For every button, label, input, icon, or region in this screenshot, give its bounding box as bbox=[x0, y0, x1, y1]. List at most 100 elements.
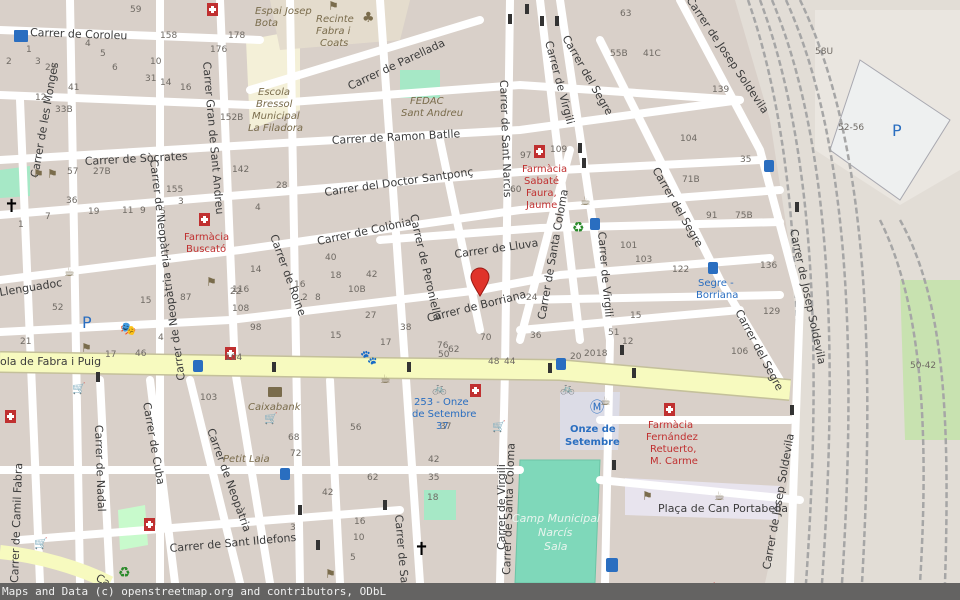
house-number: 5 bbox=[160, 207, 166, 217]
house-number: 57 bbox=[67, 167, 78, 177]
poi-escola-4: La Filadora bbox=[248, 123, 303, 134]
house-number: 28 bbox=[276, 181, 288, 191]
cafe-icon: ☕ bbox=[64, 265, 75, 279]
bus-stop-icon[interactable] bbox=[280, 468, 290, 480]
house-number: 98 bbox=[250, 323, 262, 333]
recycling-icon: ♻ bbox=[118, 565, 131, 581]
poi-fedac-2: Sant Andreu bbox=[401, 108, 463, 119]
house-number: 36 bbox=[66, 196, 78, 206]
house-number: 38 bbox=[400, 323, 412, 333]
house-number: 8 bbox=[315, 293, 321, 303]
shopping-cart-icon: 🛒 bbox=[492, 420, 506, 433]
bicycle-icon[interactable]: 🚲 bbox=[560, 381, 575, 395]
bus-stop-icon[interactable] bbox=[590, 218, 600, 230]
poi-recinte-3: Coats bbox=[320, 38, 348, 49]
people-icon: ⚑ bbox=[642, 489, 653, 503]
house-number: 6 bbox=[112, 63, 118, 73]
bus-stop-icon[interactable] bbox=[556, 358, 566, 370]
pharmacy-icon[interactable] bbox=[199, 213, 210, 226]
house-number: 31 bbox=[145, 74, 156, 84]
house-number: 42 bbox=[322, 488, 333, 498]
pharmacy-icon[interactable] bbox=[144, 518, 155, 531]
house-number: 24 bbox=[526, 293, 538, 303]
house-number: 51 bbox=[608, 328, 619, 338]
house-number: 16 bbox=[354, 517, 366, 527]
house-number: 62 bbox=[448, 345, 459, 355]
house-number: 42 bbox=[428, 455, 439, 465]
house-number: 1 bbox=[18, 220, 24, 230]
cafe-icon: ☕ bbox=[600, 394, 611, 408]
poi-onze-setembre-metro-1: Onze de bbox=[570, 424, 616, 435]
house-number: 15 bbox=[330, 331, 341, 341]
house-number: 27 bbox=[365, 311, 376, 321]
house-number: 103 bbox=[200, 393, 217, 403]
house-number: 139 bbox=[712, 85, 729, 95]
house-number: 91 bbox=[706, 211, 717, 221]
house-number: 60 bbox=[510, 185, 522, 195]
map-view[interactable]: Carrer de Coroleu Carrer de les Monges C… bbox=[0, 0, 960, 600]
house-number: 48 bbox=[488, 357, 500, 367]
people-icon: ⚑ bbox=[33, 167, 44, 181]
recycling-icon: ♻ bbox=[572, 220, 585, 236]
pharmacy-icon[interactable] bbox=[664, 403, 675, 416]
house-number: 108 bbox=[232, 304, 249, 314]
house-number: 17 bbox=[105, 350, 116, 360]
house-number: 27B bbox=[93, 167, 111, 177]
house-number: 42 bbox=[366, 270, 377, 280]
bicycle-icon[interactable]: 🚲 bbox=[432, 381, 447, 395]
bus-stop-icon[interactable] bbox=[708, 262, 718, 274]
poi-onze-setembre-stop-2: de Setembre bbox=[412, 409, 476, 420]
house-number: 18 bbox=[596, 349, 608, 359]
house-number: 103 bbox=[635, 255, 652, 265]
house-number: 122 bbox=[672, 265, 689, 275]
house-number: 15 bbox=[140, 296, 151, 306]
poi-onze-setembre-metro-2: Setembre bbox=[565, 437, 620, 448]
house-number: 104 bbox=[680, 134, 697, 144]
house-number: 21 bbox=[20, 337, 31, 347]
house-number: 4 bbox=[158, 333, 164, 343]
shopping-cart-icon: 🛒 bbox=[264, 412, 278, 425]
bus-stop-icon[interactable] bbox=[193, 360, 203, 372]
house-number: 97 bbox=[520, 151, 531, 161]
house-number: 4 bbox=[85, 39, 91, 49]
pharmacy-icon[interactable] bbox=[207, 3, 218, 16]
house-number: 7 bbox=[45, 212, 51, 222]
poi-camp-municipal-2: Narcís bbox=[538, 526, 573, 539]
poi-farmacia-fernandez-1: Farmàcia bbox=[648, 419, 693, 431]
house-number: 40 bbox=[325, 253, 337, 263]
house-number: 55B bbox=[610, 49, 628, 59]
house-number: 101 bbox=[620, 241, 637, 251]
house-number: 70 bbox=[480, 333, 492, 343]
house-number: 36 bbox=[530, 331, 542, 341]
pharmacy-icon[interactable] bbox=[5, 410, 16, 423]
house-number: 109 bbox=[550, 145, 567, 155]
house-number: 16 bbox=[180, 83, 192, 93]
poi-petit-laia: Petit Laia bbox=[223, 454, 270, 465]
parking-p-right: P bbox=[892, 121, 902, 140]
house-number: 18 bbox=[330, 271, 342, 281]
house-number: 10 bbox=[150, 57, 162, 67]
house-number: 72 bbox=[290, 449, 301, 459]
house-number: 14 bbox=[250, 265, 262, 275]
cafe-icon: ☕ bbox=[380, 372, 391, 386]
map-canvas[interactable]: Carrer de Coroleu Carrer de les Monges C… bbox=[0, 0, 960, 583]
poi-farmacia-fernandez-4: M. Carme bbox=[650, 456, 698, 467]
house-number: 15 bbox=[630, 311, 641, 321]
house-number: 58U bbox=[815, 47, 833, 57]
museum-icon: ♣ bbox=[362, 10, 375, 26]
house-number: 17 bbox=[380, 338, 391, 348]
house-number: 3 bbox=[178, 197, 184, 207]
house-number: 62 bbox=[367, 473, 378, 483]
house-number: 20 bbox=[570, 352, 582, 362]
shopping-cart-icon: 🛒 bbox=[72, 382, 86, 395]
pharmacy-icon[interactable] bbox=[534, 145, 545, 158]
poi-farmacia-buscato-1: Farmàcia bbox=[184, 231, 229, 243]
poi-segre-borriana-1: Segre - bbox=[698, 278, 734, 289]
house-number: 106 bbox=[731, 347, 748, 357]
poi-camp-municipal-1: Camp Municipal bbox=[512, 512, 600, 525]
house-number: 19 bbox=[88, 207, 100, 217]
house-number: 4 bbox=[255, 203, 261, 213]
bus-stop-icon[interactable] bbox=[764, 160, 774, 172]
house-number: 10B bbox=[348, 285, 366, 295]
pharmacy-icon[interactable] bbox=[470, 384, 481, 397]
